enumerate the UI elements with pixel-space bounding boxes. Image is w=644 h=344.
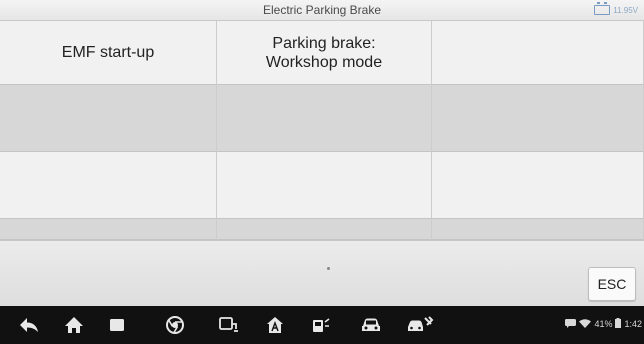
empty-cell [217, 152, 432, 219]
function-label: EMF start-up [61, 44, 155, 61]
esc-button[interactable]: ESC [588, 267, 636, 301]
autel-home-icon[interactable] [264, 315, 286, 335]
page-title: Electric Parking Brake [262, 3, 382, 17]
chat-icon [565, 318, 577, 330]
system-status: 41% 1:42 [565, 318, 642, 330]
function-label: Parking brake: Workshop mode [265, 34, 383, 71]
home-icon[interactable] [63, 315, 85, 335]
service-icon[interactable] [406, 315, 434, 335]
car-icon[interactable] [360, 315, 382, 335]
vci-icon[interactable] [218, 315, 240, 335]
empty-cell [0, 219, 217, 240]
chrome-icon[interactable] [164, 315, 186, 335]
device-battery-icon [615, 318, 622, 330]
vehicle-diagnostics-icon[interactable] [310, 315, 332, 335]
clock: 1:42 [624, 319, 642, 329]
title-bar: Electric Parking Brake 11.95V [0, 0, 644, 21]
battery-voltage: 11.95V [613, 5, 638, 15]
android-navigation-bar: 41% 1:42 [0, 306, 644, 344]
page-indicator [327, 267, 330, 270]
function-parking-brake-workshop-mode[interactable]: Parking brake: Workshop mode [217, 21, 432, 85]
empty-cell [0, 85, 217, 152]
recent-apps-icon[interactable] [106, 315, 128, 335]
empty-cell [432, 219, 644, 240]
wifi-icon [579, 318, 592, 330]
empty-cell [217, 219, 432, 240]
function-footer: ESC [0, 240, 644, 306]
empty-cell [0, 152, 217, 219]
back-icon[interactable] [18, 315, 40, 335]
function-grid: EMF start-up Parking brake: Workshop mod… [0, 21, 644, 240]
empty-cell [432, 152, 644, 219]
vehicle-battery-indicator: 11.95V [594, 2, 638, 16]
empty-cell [432, 85, 644, 152]
battery-icon [594, 2, 611, 15]
empty-cell [217, 85, 432, 152]
function-emf-start-up[interactable]: EMF start-up [0, 21, 217, 85]
empty-cell [432, 21, 644, 85]
battery-percent: 41% [594, 319, 613, 329]
